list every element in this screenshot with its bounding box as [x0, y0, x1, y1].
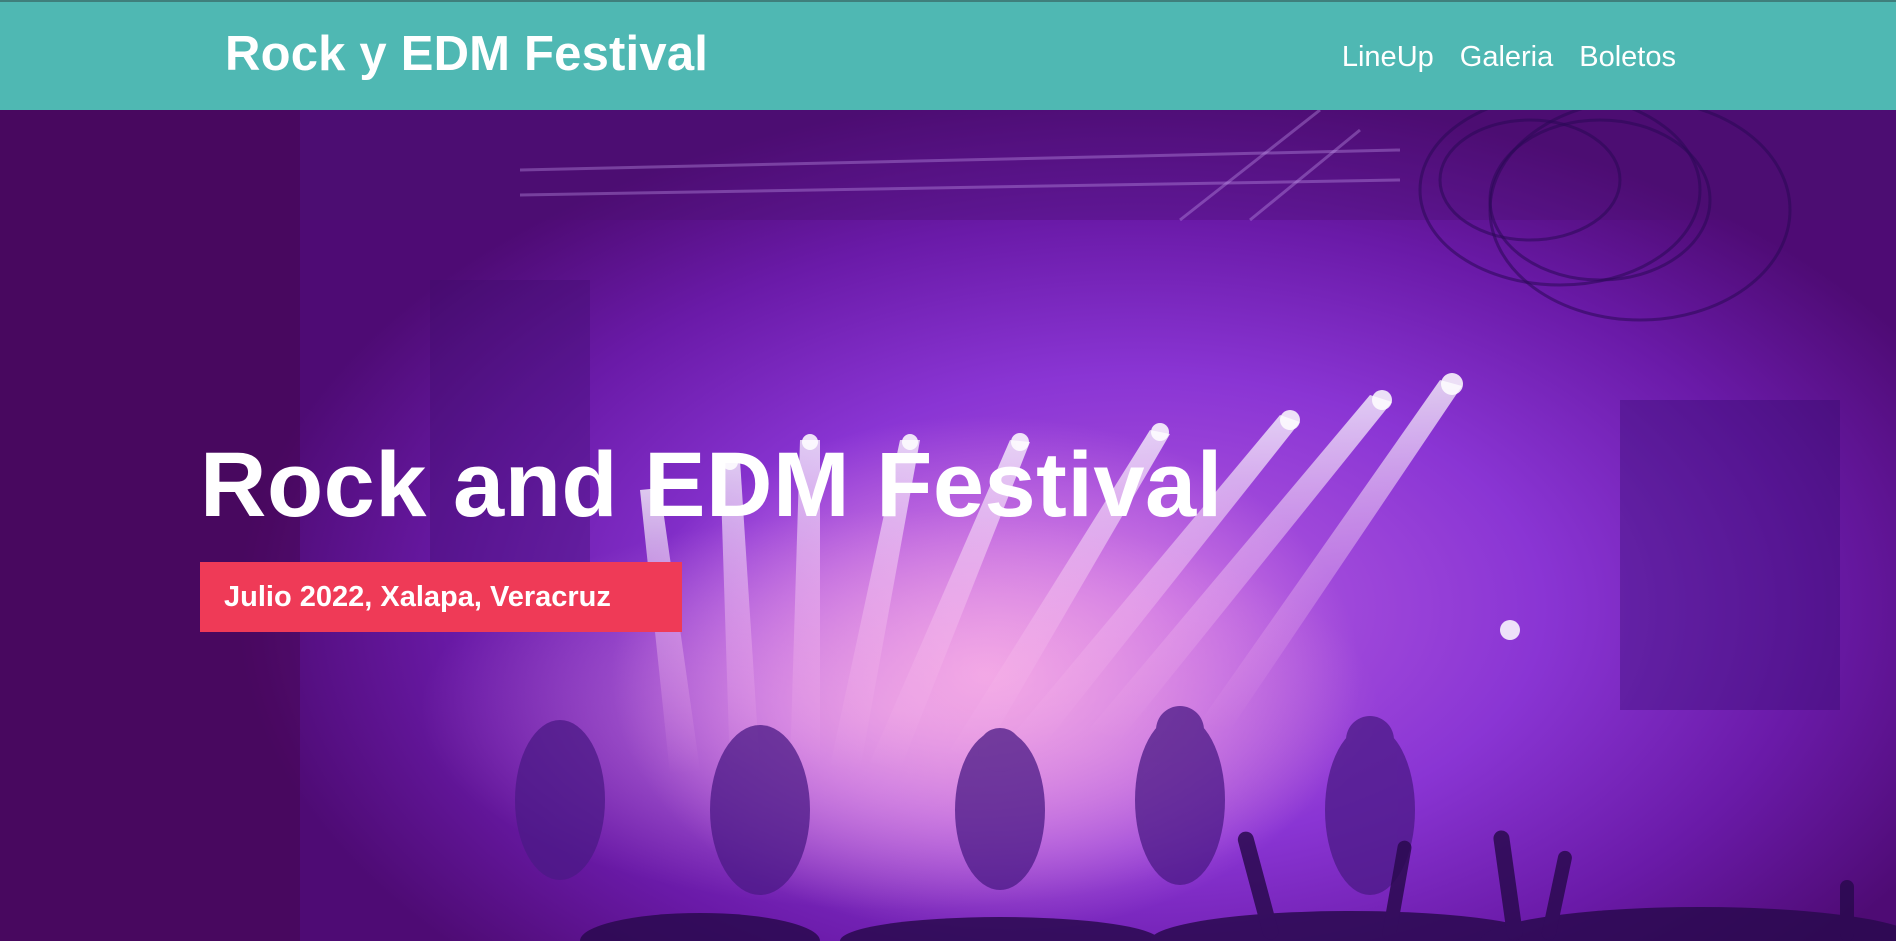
site-header: Rock y EDM Festival LineUp Galeria Bolet… [0, 0, 1896, 110]
hero-title: Rock and EDM Festival [200, 434, 1223, 536]
site-brand[interactable]: Rock y EDM Festival [225, 24, 708, 84]
main-nav: LineUp Galeria Boletos [1342, 38, 1676, 76]
nav-link-galeria[interactable]: Galeria [1460, 38, 1554, 76]
event-date-badge: Julio 2022, Xalapa, Veracruz [200, 562, 682, 632]
nav-link-boletos[interactable]: Boletos [1579, 38, 1676, 76]
nav-link-lineup[interactable]: LineUp [1342, 38, 1434, 76]
hero-section: Rock and EDM Festival Julio 2022, Xalapa… [0, 110, 1896, 941]
